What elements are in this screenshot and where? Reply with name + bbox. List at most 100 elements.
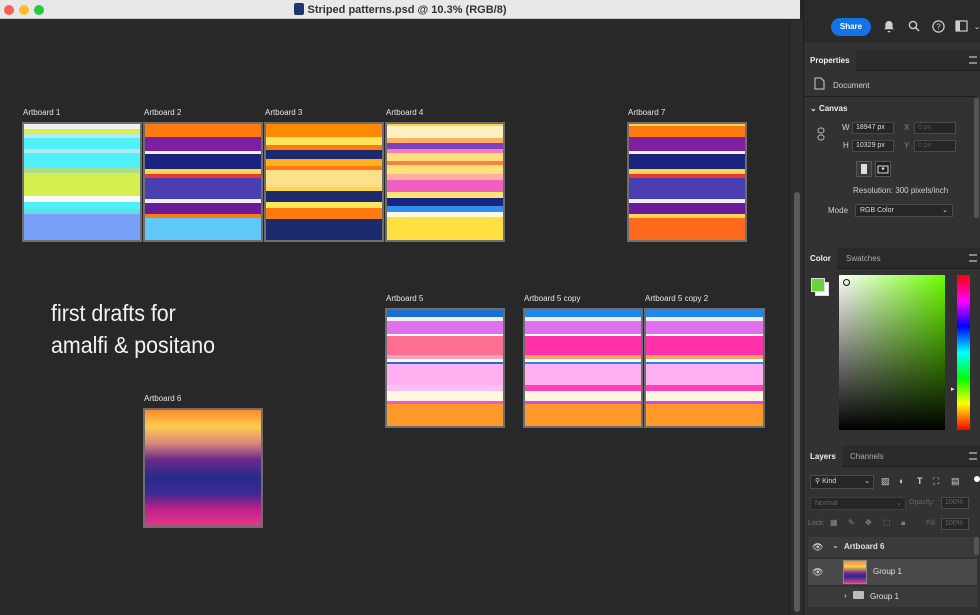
stripe xyxy=(266,137,382,145)
adjustment-filter-icon[interactable]: ◐ xyxy=(899,476,904,486)
artboard-label[interactable]: Artboard 6 xyxy=(144,394,181,403)
lock-artboard-icon[interactable]: ⬚ xyxy=(883,518,891,527)
image-filter-icon[interactable]: ▨ xyxy=(881,476,890,487)
psd-file-icon xyxy=(293,3,304,15)
panel-menu-icon[interactable] xyxy=(969,56,977,64)
layers-scrollbar[interactable] xyxy=(974,537,979,555)
lock-transparent-icon[interactable]: ▦ xyxy=(830,518,838,527)
tab-color[interactable]: Color xyxy=(804,248,837,269)
stripe xyxy=(629,218,745,240)
opacity-field[interactable]: 100% xyxy=(941,497,969,509)
stripe xyxy=(387,335,503,355)
workspace-icon[interactable] xyxy=(954,20,968,34)
search-icon[interactable] xyxy=(907,20,921,34)
lock-position-icon[interactable]: ✥ xyxy=(865,518,872,527)
eye-icon[interactable]: 👁︎ xyxy=(812,567,823,578)
artboard-label[interactable]: Artboard 5 xyxy=(386,294,423,303)
artboard-label[interactable]: Artboard 5 copy xyxy=(524,294,580,303)
stripe xyxy=(629,153,745,169)
type-filter-icon[interactable]: T xyxy=(917,476,923,486)
properties-panel-header: Properties xyxy=(804,50,980,71)
canvas-vertical-scrollbar[interactable] xyxy=(790,20,803,615)
panel-menu-icon[interactable] xyxy=(969,254,977,262)
link-icon[interactable] xyxy=(817,127,825,143)
tab-channels[interactable]: Channels xyxy=(844,446,890,467)
stripe xyxy=(24,152,140,167)
artboard-artboard-6[interactable] xyxy=(143,408,263,528)
y-field[interactable]: 0 px xyxy=(914,140,956,152)
artboard-label[interactable]: Artboard 5 copy 2 xyxy=(645,294,708,303)
canvas-note-text[interactable]: first drafts for amalfi & positano xyxy=(51,297,215,361)
height-field[interactable]: 10329 px xyxy=(852,140,894,152)
tab-swatches[interactable]: Swatches xyxy=(840,248,887,269)
help-icon[interactable]: ? xyxy=(931,20,945,34)
bell-icon[interactable] xyxy=(882,20,896,34)
color-picker-cursor[interactable] xyxy=(843,279,850,286)
window-title: Striped patterns.psd @ 10.3% (RGB/8) xyxy=(307,4,507,16)
chevron-down-icon[interactable]: ⌄ xyxy=(970,20,980,34)
stripe xyxy=(24,137,140,150)
blend-mode-select[interactable]: Normal ⌄ xyxy=(810,497,906,510)
properties-scrollbar[interactable] xyxy=(974,98,979,218)
layer-row-artboard-6[interactable]: 👁︎ ⌄ Artboard 6 xyxy=(808,537,977,557)
svg-text:?: ? xyxy=(936,22,941,31)
stripe xyxy=(525,363,641,385)
layer-row-group-1[interactable]: › Group 1 xyxy=(808,587,977,607)
stripe xyxy=(387,164,503,175)
document-canvas[interactable]: first drafts for amalfi & positano Artbo… xyxy=(0,20,790,615)
artboard-artboard-3[interactable] xyxy=(264,122,384,242)
foreground-color-swatch[interactable] xyxy=(811,278,825,292)
lock-label: Lock: xyxy=(808,520,825,527)
mode-select[interactable]: RGB Color ⌄ xyxy=(855,204,953,217)
share-button[interactable]: Share xyxy=(831,18,871,36)
x-field[interactable]: 0 px xyxy=(914,122,956,134)
stripe xyxy=(387,217,503,240)
chevron-right-icon[interactable]: › xyxy=(844,591,847,600)
layer-filter-select[interactable]: ⚲ Kind ⌄ xyxy=(810,475,874,489)
layers-panel-header: Layers Channels xyxy=(804,446,980,467)
artboard-artboard-5-copy[interactable] xyxy=(523,308,643,428)
filter-toggle-icon[interactable] xyxy=(974,476,980,482)
artboard-label[interactable]: Artboard 3 xyxy=(265,108,302,117)
panel-menu-icon[interactable] xyxy=(969,452,977,460)
artboard-label[interactable]: Artboard 1 xyxy=(23,108,60,117)
window-title-wrap: Striped patterns.psd @ 10.3% (RGB/8) xyxy=(0,3,800,16)
stripe xyxy=(525,321,641,334)
portrait-orientation-button[interactable] xyxy=(856,161,872,177)
search-icon: ⚲ xyxy=(815,478,821,485)
lock-image-icon[interactable]: ✎ xyxy=(848,518,855,527)
stripe xyxy=(629,202,745,214)
shape-filter-icon[interactable]: ⛶ xyxy=(933,476,939,487)
artboard-artboard-4[interactable] xyxy=(385,122,505,242)
artboard-label[interactable]: Artboard 2 xyxy=(144,108,181,117)
layer-name: Artboard 6 xyxy=(844,542,885,551)
width-field[interactable]: 18947 px xyxy=(852,122,894,134)
tab-properties[interactable]: Properties xyxy=(804,50,856,71)
artboard-label[interactable]: Artboard 7 xyxy=(628,108,665,117)
resolution-text: Resolution: 300 pixels/inch xyxy=(853,186,949,195)
tab-layers[interactable]: Layers xyxy=(804,446,842,467)
artboard-artboard-7[interactable] xyxy=(627,122,747,242)
artboard-artboard-1[interactable] xyxy=(22,122,142,242)
artboard-artboard-2[interactable] xyxy=(143,122,263,242)
smart-object-filter-icon[interactable]: ▤ xyxy=(951,476,960,487)
fill-field[interactable]: 100% xyxy=(941,518,969,530)
eye-icon[interactable]: 👁︎ xyxy=(812,542,823,553)
lock-all-icon[interactable]: 🔒︎ xyxy=(901,518,905,528)
chevron-down-icon[interactable]: ⌄ xyxy=(832,541,839,550)
chevron-down-icon: ⌄ xyxy=(810,104,817,113)
hue-slider-handle[interactable]: ▸ xyxy=(951,385,955,393)
artboard-artboard-5[interactable] xyxy=(385,308,505,428)
landscape-orientation-button[interactable] xyxy=(875,161,891,177)
canvas-section-header[interactable]: ⌄ Canvas xyxy=(810,104,847,113)
hue-slider[interactable] xyxy=(957,275,970,430)
stripe xyxy=(387,198,503,207)
color-picker-field[interactable] xyxy=(839,275,945,430)
stripe xyxy=(266,150,382,159)
scrollbar-thumb[interactable] xyxy=(794,192,800,612)
artboard-label[interactable]: Artboard 4 xyxy=(386,108,423,117)
layer-row-group-1-selected[interactable]: 👁︎ Group 1 xyxy=(808,559,977,585)
artboard-artboard-5-copy-2[interactable] xyxy=(644,308,765,428)
stripe xyxy=(24,172,140,196)
canvas-header-label: Canvas xyxy=(818,104,848,113)
